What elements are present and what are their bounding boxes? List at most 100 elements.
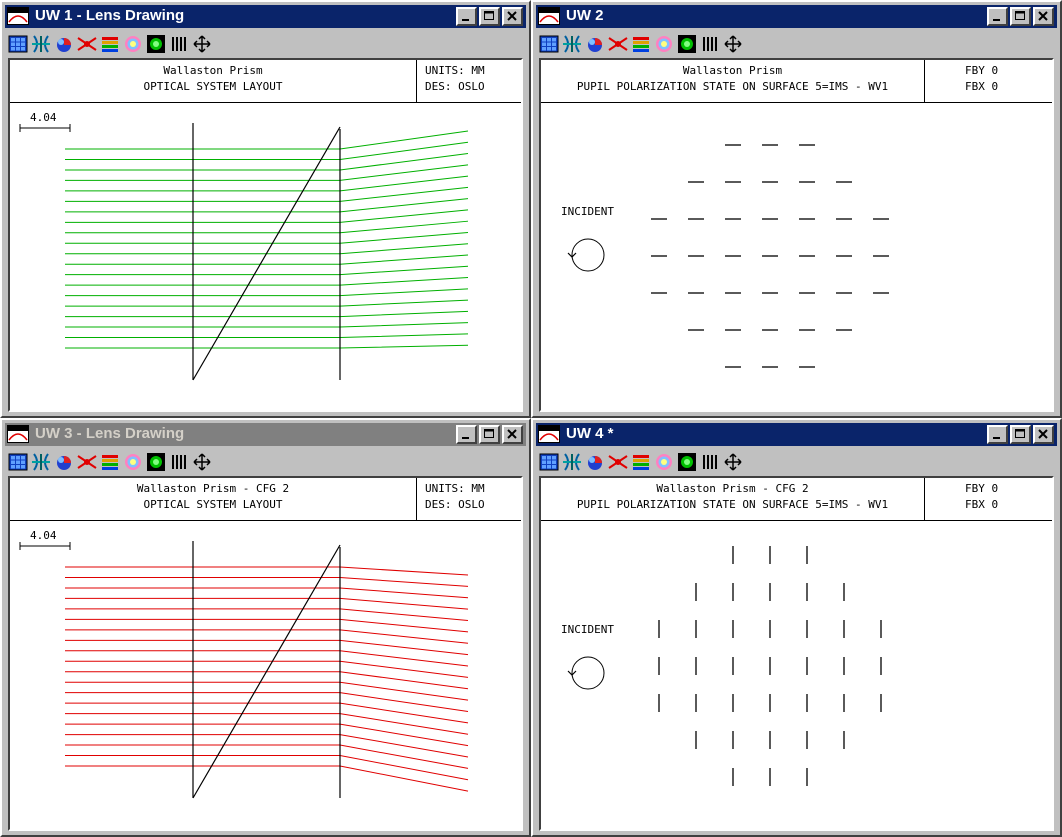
close-button[interactable] [502, 7, 523, 26]
ray [65, 660, 469, 678]
move-icon[interactable] [192, 452, 212, 472]
bars-icon[interactable] [700, 34, 720, 54]
ray [65, 744, 469, 769]
plot-header: Wallaston Prism OPTICAL SYSTEM LAYOUT UNIT… [10, 60, 521, 103]
app-icon[interactable] [538, 425, 560, 443]
header-info-1: UNITS: MM [425, 482, 485, 495]
ray [65, 650, 469, 667]
header-info-1: FBY 0 [965, 64, 999, 77]
ray [65, 765, 469, 792]
spot-icon[interactable] [77, 452, 97, 472]
plot-title: Wallaston Prism [682, 64, 783, 77]
lens-icon[interactable] [562, 452, 582, 472]
window-grid-icon[interactable] [8, 452, 28, 472]
scale-label: 4.04 [30, 111, 57, 124]
window-grid-icon[interactable] [539, 452, 559, 472]
title-bar[interactable]: UW 4 * [536, 423, 1057, 446]
bars-icon[interactable] [169, 34, 189, 54]
target-icon[interactable] [146, 34, 166, 54]
plot-subtitle: PUPIL POLARIZATION STATE ON SURFACE 5=IM… [576, 80, 889, 93]
color-wheel-icon[interactable] [585, 452, 605, 472]
circle-icon[interactable] [654, 452, 674, 472]
lens-icon[interactable] [31, 452, 51, 472]
incident-circle [571, 238, 605, 272]
ray [65, 288, 469, 297]
close-button[interactable] [1033, 7, 1054, 26]
minimize-button[interactable] [987, 425, 1008, 444]
spot-icon[interactable] [608, 452, 628, 472]
color-wheel-icon[interactable] [585, 34, 605, 54]
window-uw1[interactable]: UW 1 - Lens Drawing Wallaston Prism OPTICA… [0, 0, 531, 418]
toolbar [8, 32, 523, 56]
ray [65, 220, 469, 234]
window-title: UW 2 [566, 7, 604, 24]
graphics-panel[interactable]: Wallaston Prism - CFG 2 OPTICAL SYSTEM LA… [8, 476, 523, 831]
app-icon[interactable] [538, 7, 560, 25]
circle-icon[interactable] [654, 34, 674, 54]
bars-icon[interactable] [700, 452, 720, 472]
move-icon[interactable] [723, 452, 743, 472]
ray [65, 587, 469, 599]
ray [65, 608, 469, 621]
minimize-button[interactable] [987, 7, 1008, 26]
close-button[interactable] [502, 425, 523, 444]
rainbow-icon[interactable] [100, 34, 120, 54]
toolbar [539, 32, 1054, 56]
move-icon[interactable] [723, 34, 743, 54]
graphics-panel[interactable]: Wallaston Prism PUPIL POLARIZATION STATE … [539, 58, 1054, 412]
lens-icon[interactable] [562, 34, 582, 54]
ray [65, 310, 469, 318]
rainbow-icon[interactable] [631, 34, 651, 54]
spot-icon[interactable] [608, 34, 628, 54]
ray [65, 702, 469, 724]
target-icon[interactable] [677, 452, 697, 472]
header-info-1: UNITS: MM [425, 64, 485, 77]
plot-subtitle: OPTICAL SYSTEM LAYOUT [143, 80, 283, 93]
title-bar[interactable]: UW 3 - Lens Drawing [5, 423, 526, 446]
maximize-button[interactable] [479, 7, 500, 26]
title-bar[interactable]: UW 2 [536, 5, 1057, 28]
rainbow-icon[interactable] [100, 452, 120, 472]
target-icon[interactable] [146, 452, 166, 472]
ray [65, 344, 469, 349]
ray [65, 692, 469, 712]
rainbow-icon[interactable] [631, 452, 651, 472]
target-icon[interactable] [677, 34, 697, 54]
bars-icon[interactable] [169, 452, 189, 472]
plot-title: Wallaston Prism [163, 64, 263, 77]
window-uw2[interactable]: UW 2 Wallaston Prism PUPIL POLARIZATION ST… [531, 0, 1062, 418]
window-title: UW 4 * [566, 425, 614, 442]
maximize-button[interactable] [1010, 425, 1031, 444]
window-grid-icon[interactable] [8, 34, 28, 54]
app-icon[interactable] [7, 7, 29, 25]
graphics-panel[interactable]: Wallaston Prism OPTICAL SYSTEM LAYOUT UNIT… [8, 58, 523, 412]
header-info-2: DES: OSLO [425, 80, 485, 93]
header-info-2: FBX 0 [965, 80, 999, 93]
incident-label: INCIDENT [561, 623, 614, 636]
window-title: UW 3 - Lens Drawing [35, 425, 185, 442]
color-wheel-icon[interactable] [54, 452, 74, 472]
window-grid-icon[interactable] [539, 34, 559, 54]
circle-icon[interactable] [123, 452, 143, 472]
lens-icon[interactable] [31, 34, 51, 54]
move-icon[interactable] [192, 34, 212, 54]
window-uw3[interactable]: UW 3 - Lens Drawing Wallaston Prism - CFG… [0, 418, 531, 837]
graphics-panel[interactable]: Wallaston Prism - CFG 2 PUPIL POLARIZATIO… [539, 476, 1054, 831]
maximize-button[interactable] [1010, 7, 1031, 26]
color-wheel-icon[interactable] [54, 34, 74, 54]
ray [65, 755, 469, 781]
toolbar [8, 450, 523, 474]
ray [65, 333, 469, 339]
app-icon[interactable] [7, 425, 29, 443]
header-info-2: FBX 0 [965, 498, 999, 511]
window-uw4[interactable]: UW 4 * Wallaston Prism - CFG 2 PUPIL POLAR… [531, 418, 1062, 837]
ray [65, 576, 469, 587]
spot-icon[interactable] [77, 34, 97, 54]
ray [65, 231, 469, 244]
circle-icon[interactable] [123, 34, 143, 54]
close-button[interactable] [1033, 425, 1054, 444]
minimize-button[interactable] [456, 7, 477, 26]
maximize-button[interactable] [479, 425, 500, 444]
minimize-button[interactable] [456, 425, 477, 444]
title-bar[interactable]: UW 1 - Lens Drawing [5, 5, 526, 28]
